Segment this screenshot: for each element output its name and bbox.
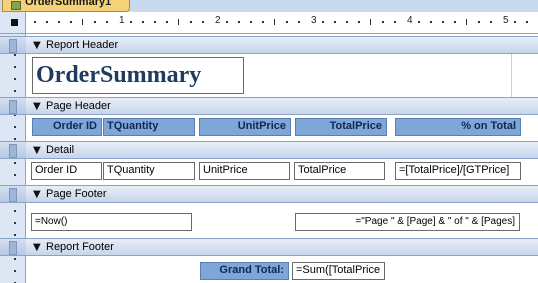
report-selector-square (11, 19, 18, 26)
ruler-tick (238, 21, 240, 23)
ruler-tick (370, 19, 371, 25)
horizontal-ruler[interactable]: 1 2 3 4 5 (26, 12, 538, 34)
ruler-tick (46, 21, 48, 23)
section-arrow-icon: ▼ (33, 40, 41, 51)
totalprice-header-label[interactable]: TotalPrice (295, 118, 387, 136)
pct-total-header-label[interactable]: % on Total (395, 118, 521, 136)
grand-total-field[interactable]: =Sum([TotalPrice (292, 262, 385, 280)
ruler-number: 4 (407, 15, 413, 26)
report-selector[interactable] (0, 12, 26, 34)
ruler-tick (82, 19, 83, 25)
ruler-tick (14, 210, 16, 212)
section-selector[interactable] (0, 97, 26, 115)
section-selector[interactable] (0, 185, 26, 203)
section-selector[interactable] (0, 36, 26, 54)
ruler-tick (322, 21, 324, 23)
ruler-tick (14, 90, 16, 92)
ruler-tick (346, 21, 348, 23)
ruler-tick (250, 21, 252, 23)
ruler-tick (262, 21, 264, 23)
ruler-number: 3 (311, 15, 317, 26)
detail-label: Detail (46, 144, 75, 156)
ruler-tick (14, 54, 16, 56)
ruler-tick (14, 270, 16, 272)
ruler-tick (142, 21, 144, 23)
ruler-tick (106, 21, 108, 23)
ruler-tick (166, 21, 168, 23)
ruler-tick (298, 21, 300, 23)
ruler-tick (178, 19, 179, 25)
ruler-tick (14, 258, 16, 260)
detail-bar[interactable]: ▼ Detail (0, 141, 538, 159)
page-footer-label: Page Footer (46, 188, 107, 200)
ruler-tick (226, 21, 228, 23)
ruler-tick (382, 21, 384, 23)
grid-line (511, 54, 512, 98)
document-tab-bar: OrderSummary1 (0, 0, 538, 12)
ruler-tick (14, 66, 16, 68)
ruler-tick (94, 21, 96, 23)
section-arrow-icon: ▼ (33, 101, 41, 112)
ruler-tick (358, 21, 360, 23)
totalprice-field[interactable]: TotalPrice (294, 162, 385, 180)
section-selector[interactable] (0, 238, 26, 256)
ruler-tick (526, 21, 528, 23)
section-selector[interactable] (0, 141, 26, 159)
report-footer-bar[interactable]: ▼ Report Footer (0, 238, 538, 256)
ruler-tick (14, 222, 16, 224)
ruler-number: 2 (215, 15, 221, 26)
grand-total-label[interactable]: Grand Total: (200, 262, 289, 280)
page-header-bar[interactable]: ▼ Page Header (0, 97, 538, 115)
ruler-tick (514, 21, 516, 23)
ruler-tick (14, 174, 16, 176)
report-document-tab[interactable]: OrderSummary1 (2, 0, 130, 12)
page-header-label: Page Header (46, 100, 111, 112)
report-icon (11, 1, 21, 10)
pct-total-field[interactable]: =[TotalPrice]/[GTPrice] (395, 162, 521, 180)
page-footer-bar[interactable]: ▼ Page Footer (0, 185, 538, 203)
unitprice-field[interactable]: UnitPrice (199, 162, 290, 180)
section-arrow-icon: ▼ (33, 145, 41, 156)
ruler-tick (394, 21, 396, 23)
ruler-tick (430, 21, 432, 23)
ruler-tick (286, 21, 288, 23)
ruler-tick (154, 21, 156, 23)
ruler-tick (418, 21, 420, 23)
ruler-tick (14, 162, 16, 164)
order-id-field[interactable]: Order ID (31, 162, 102, 180)
ruler-tick (190, 21, 192, 23)
ruler-tick (58, 21, 60, 23)
section-arrow-icon: ▼ (33, 189, 41, 200)
unitprice-header-label[interactable]: UnitPrice (199, 118, 291, 136)
ruler-number: 1 (119, 15, 125, 26)
ruler-tick (14, 138, 16, 140)
page-number-field[interactable]: ="Page " & [Page] & " of " & [Pages] (295, 213, 520, 231)
report-header-bar[interactable]: ▼ Report Header (0, 36, 538, 54)
report-title-label[interactable]: OrderSummary (32, 57, 244, 94)
ruler-tick (34, 21, 36, 23)
section-arrow-icon: ▼ (33, 242, 41, 253)
ruler-tick (334, 21, 336, 23)
tquantity-field[interactable]: TQuantity (103, 162, 195, 180)
tquantity-header-label[interactable]: TQuantity (103, 118, 195, 136)
order-id-header-label[interactable]: Order ID (32, 118, 102, 136)
ruler-tick (454, 21, 456, 23)
ruler-tick (202, 21, 204, 23)
ruler-tick (130, 21, 132, 23)
ruler-tick (442, 21, 444, 23)
ruler-tick (490, 21, 492, 23)
ruler-tick (14, 126, 16, 128)
ruler-tick (70, 21, 72, 23)
ruler-tick (14, 78, 16, 80)
ruler-tick (274, 19, 275, 25)
ruler-tick (478, 21, 480, 23)
ruler-tick (14, 234, 16, 236)
report-tab-title: OrderSummary1 (25, 0, 112, 8)
ruler-number: 5 (503, 15, 509, 26)
now-field[interactable]: =Now() (31, 213, 192, 231)
report-footer-label: Report Footer (46, 241, 114, 253)
report-header-label: Report Header (46, 39, 119, 51)
ruler-tick (466, 19, 467, 25)
